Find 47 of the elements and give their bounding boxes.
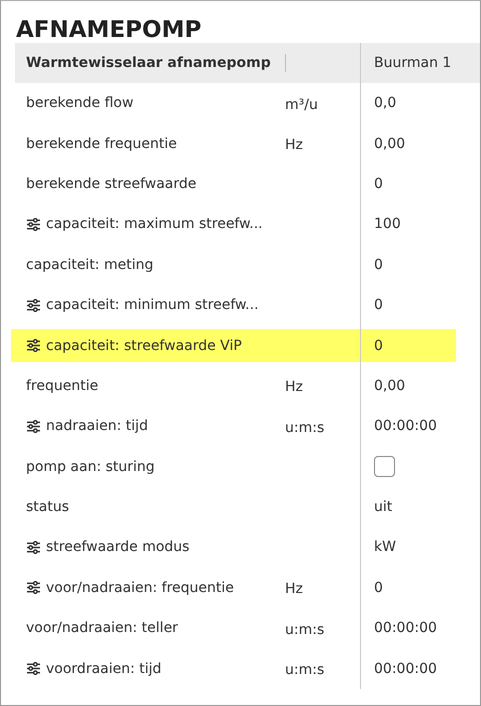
value-text: uit [374, 499, 392, 516]
unit-label: u:m:s [285, 622, 324, 638]
row-label: voordraaien: tijd [46, 660, 162, 677]
checkbox[interactable] [374, 456, 395, 478]
header-label: Warmtewisselaar afnamepomp [26, 55, 271, 71]
value-text: 0 [374, 580, 383, 596]
sliders-icon[interactable] [26, 540, 41, 554]
sliders-icon[interactable] [26, 420, 41, 433]
row-label: voor/nadraaien: frequentie [46, 580, 234, 596]
row-label: berekende frequentie [26, 136, 177, 152]
sliders-icon[interactable] [26, 581, 41, 594]
value-text: 0 [374, 297, 383, 314]
row-label: nadraaien: tijd [46, 418, 148, 434]
value-text: 0,0 [374, 95, 396, 112]
value-text: 100 [374, 216, 401, 232]
sliders-icon[interactable] [26, 662, 41, 676]
value-text: 0,00 [374, 378, 406, 394]
row-label: capaciteit: streefwaarde ViP [46, 338, 242, 354]
value-text: kW [374, 539, 396, 556]
unit-label: u:m:s [285, 420, 324, 436]
row-label: berekende flow [26, 95, 134, 112]
unit-label: m³/u [285, 96, 318, 113]
row-label: status [26, 499, 70, 516]
row-label: frequentie [26, 378, 98, 394]
row-label: voor/nadraaien: teller [26, 620, 178, 636]
row-label: capaciteit: minimum streefw... [46, 297, 259, 314]
unit-label: Hz [285, 581, 303, 598]
value-text: 0 [374, 256, 383, 273]
sliders-icon[interactable] [26, 298, 41, 312]
row-label: capaciteit: meting [26, 256, 154, 273]
unit-label: Hz [285, 137, 303, 154]
unit-label: Hz [285, 379, 303, 396]
sliders-icon[interactable] [26, 339, 41, 352]
value-text: 0,00 [374, 136, 406, 152]
column-heading: Buurman 1 [374, 55, 452, 71]
page-title: AFNAMEPOMP [15, 16, 202, 43]
row-label: streefwaarde modus [46, 539, 190, 556]
value-text: 0 [374, 338, 383, 354]
row-label: capaciteit: maximum streefw... [46, 216, 263, 232]
unit-label: u:m:s [285, 662, 324, 678]
row-label: pomp aan: sturing [26, 458, 155, 475]
value-text: 00:00:00 [374, 620, 437, 636]
value-text: 0 [374, 176, 383, 192]
row-label: berekende streefwaarde [26, 176, 196, 192]
value-text: 00:00:00 [374, 660, 437, 677]
sliders-icon[interactable] [26, 218, 41, 231]
value-text: 00:00:00 [374, 418, 437, 434]
